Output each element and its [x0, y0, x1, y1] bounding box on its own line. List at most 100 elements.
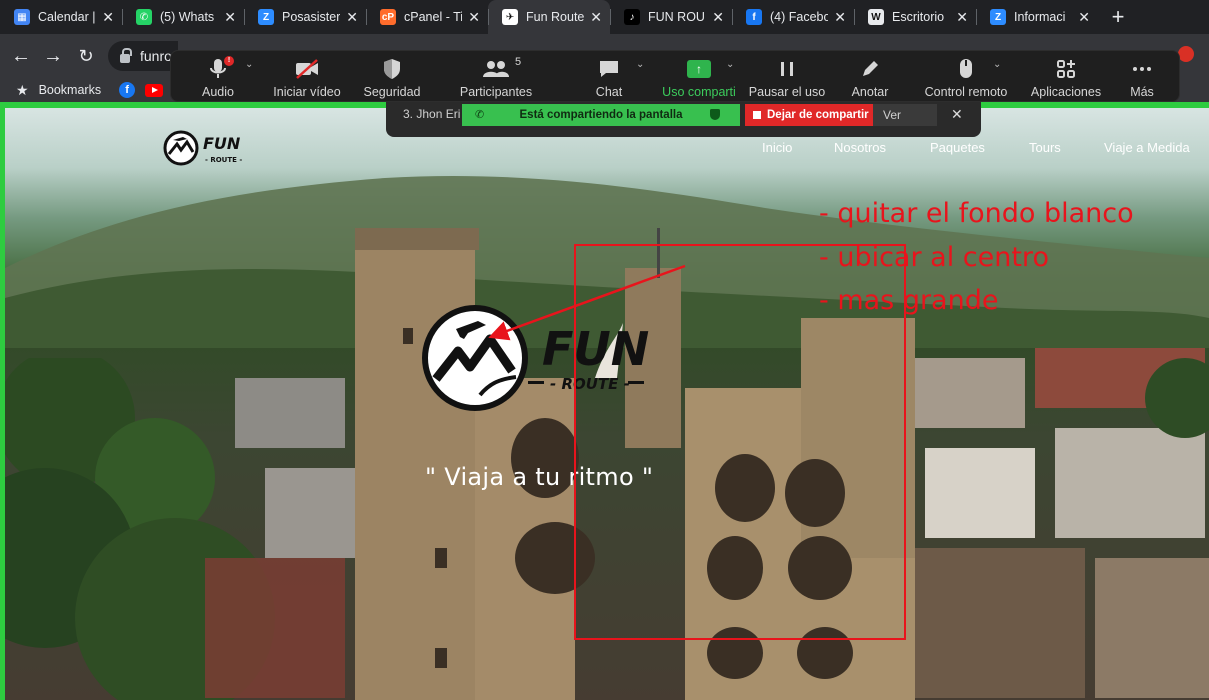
- apps-icon: [1054, 55, 1078, 83]
- annotation-note: - quitar el fondo blanco: [819, 198, 1134, 229]
- zoom-chat-button[interactable]: Chat ⌄: [564, 51, 654, 103]
- zoom-button-label: Audio: [202, 85, 234, 99]
- sharing-status: ✆ Está compartiendo la pantalla: [462, 104, 740, 126]
- participants-icon: [481, 55, 511, 83]
- stop-icon: [753, 111, 761, 119]
- stop-share-label: Dejar de compartir: [767, 109, 869, 121]
- zoom-more-button[interactable]: Más: [1097, 51, 1187, 103]
- wordpress-icon: W: [868, 9, 884, 25]
- zoom-microphone-button[interactable]: Audio! ⌄: [173, 51, 263, 103]
- browser-tab[interactable]: W Escritorio ✕: [854, 0, 976, 34]
- chevron-down-icon[interactable]: ⌄: [993, 59, 1001, 70]
- calendar-icon: ▦: [14, 9, 30, 25]
- funroute-icon: ✈: [502, 9, 518, 25]
- close-tab-icon[interactable]: ✕: [224, 9, 236, 26]
- address-text: funro: [140, 48, 172, 64]
- tab-title: (5) Whats: [160, 10, 215, 24]
- browser-tab[interactable]: ✈ Fun Route ✕: [488, 0, 610, 34]
- zoom-icon: Z: [990, 9, 1006, 25]
- zoom-mouse-button[interactable]: Control remoto ⌄: [921, 51, 1011, 103]
- annotation-note: - ubicar al centro: [819, 242, 1049, 273]
- close-tab-icon[interactable]: ✕: [1078, 9, 1090, 26]
- screen-share-status-bar: 3. Jhon Eri ✆ Está compartiendo la panta…: [386, 102, 981, 137]
- tab-strip: ▦ Calendar | ✕ ✆ (5) Whats ✕ Z Posasister ✕ cP cPa…: [0, 0, 1209, 34]
- bookmarks-label[interactable]: Bookmarks: [39, 83, 102, 97]
- chevron-down-icon[interactable]: ⌄: [726, 59, 734, 70]
- more-icon: [1130, 55, 1154, 83]
- zoom-button-label: Uso comparti: [662, 85, 736, 99]
- town-buildings: [885, 348, 1209, 698]
- close-tab-icon[interactable]: ✕: [346, 9, 358, 26]
- zoom-button-label: Más: [1130, 85, 1154, 99]
- close-tab-icon[interactable]: ✕: [468, 9, 480, 26]
- close-icon[interactable]: ✕: [951, 106, 963, 123]
- zoom-pencil-button[interactable]: Anotar: [825, 51, 915, 103]
- tab-title: Informaci: [1014, 10, 1066, 24]
- browser-tab[interactable]: Z Posasister ✕: [244, 0, 366, 34]
- zoom-button-label: Pausar el uso: [748, 85, 826, 99]
- close-tab-icon[interactable]: ✕: [956, 9, 968, 26]
- chevron-down-icon[interactable]: ⌄: [636, 59, 644, 70]
- view-button[interactable]: Ver: [873, 104, 937, 126]
- tab-title: cPanel - Ti: [404, 10, 462, 24]
- stop-share-button[interactable]: Dejar de compartir: [745, 104, 873, 126]
- tab-title: Escritorio: [892, 10, 945, 24]
- zoom-button-label: Anotar: [851, 85, 889, 99]
- zoom-pause-button[interactable]: Pausar el uso: [742, 51, 832, 103]
- chat-icon: [597, 55, 621, 83]
- zoom-button-label: Seguridad: [363, 85, 421, 99]
- zoom-button-label: Chat: [595, 85, 623, 99]
- share-screen-icon: ↑: [687, 55, 711, 83]
- site-nav-link[interactable]: Nosotros: [834, 140, 886, 155]
- site-nav-link[interactable]: Inicio: [762, 140, 792, 155]
- close-tab-icon[interactable]: ✕: [834, 9, 846, 26]
- star-icon: ★: [16, 81, 29, 98]
- new-tab-button[interactable]: +: [1098, 0, 1138, 34]
- screen-share-border: FUN - ROUTE - Inicio Nosotros Paquetes Tour…: [0, 102, 1209, 700]
- mouse-icon: [957, 55, 975, 83]
- alert-badge-icon: !: [224, 56, 234, 66]
- tab-title: Posasister: [282, 10, 340, 24]
- shield-icon: [381, 55, 403, 83]
- zoom-button-label: Participantes: [459, 85, 533, 99]
- browser-tab[interactable]: cP cPanel - Ti ✕: [366, 0, 488, 34]
- video-off-icon: [294, 55, 320, 83]
- close-tab-icon[interactable]: ✕: [102, 9, 114, 26]
- zoom-participants-button[interactable]: Participantes 5: [451, 51, 541, 103]
- browser-tab[interactable]: ▦ Calendar | ✕: [0, 0, 122, 34]
- chevron-down-icon[interactable]: ⌄: [245, 59, 253, 70]
- trees-left: [5, 358, 355, 700]
- pause-icon: [777, 55, 797, 83]
- site-nav-link[interactable]: Tours: [1029, 140, 1061, 155]
- zoom-button-label: Aplicaciones: [1030, 85, 1102, 99]
- close-tab-icon[interactable]: ✕: [590, 9, 602, 26]
- browser-tab[interactable]: Z Informaci ✕: [976, 0, 1098, 34]
- forward-icon[interactable]: →: [40, 43, 66, 69]
- site-nav-link[interactable]: Paquetes: [930, 140, 985, 155]
- back-icon[interactable]: ←: [8, 43, 34, 69]
- site-nav-link[interactable]: Viaje a Medida: [1104, 140, 1190, 155]
- tab-title: FUN ROU: [648, 10, 705, 24]
- shield-icon: [710, 109, 720, 120]
- browser-tab[interactable]: ✆ (5) Whats ✕: [122, 0, 244, 34]
- tiktok-icon: ♪: [624, 9, 640, 25]
- sharing-status-text: Está compartiendo la pantalla: [519, 109, 683, 121]
- reload-icon[interactable]: ↻: [73, 43, 99, 69]
- close-tab-icon[interactable]: ✕: [712, 9, 724, 26]
- zoom-meeting-toolbar: Audio! ⌄ Iniciar vídeo Seguridad Participant…: [170, 50, 1180, 102]
- zoom-video-off-button[interactable]: Iniciar vídeo: [262, 51, 352, 103]
- participant-name: 3. Jhon Eri: [403, 107, 461, 121]
- tab-title: Fun Route: [526, 10, 584, 24]
- facebook-bookmark-icon[interactable]: f: [119, 82, 136, 98]
- annotation-note: - mas grande: [819, 285, 999, 316]
- browser-tab[interactable]: f (4) Facebo ✕: [732, 0, 854, 34]
- zoom-share-screen-button[interactable]: ↑ Uso comparti ⌄: [654, 51, 744, 103]
- zoom-shield-button[interactable]: Seguridad: [347, 51, 437, 103]
- cpanel-icon: cP: [380, 9, 396, 25]
- view-label: Ver: [883, 108, 902, 122]
- address-bar[interactable]: funro: [108, 41, 178, 71]
- youtube-bookmark-icon[interactable]: [145, 83, 164, 97]
- zoom-icon: Z: [258, 9, 274, 25]
- browser-tab[interactable]: ♪ FUN ROU ✕: [610, 0, 732, 34]
- phone-icon: ✆: [475, 109, 485, 121]
